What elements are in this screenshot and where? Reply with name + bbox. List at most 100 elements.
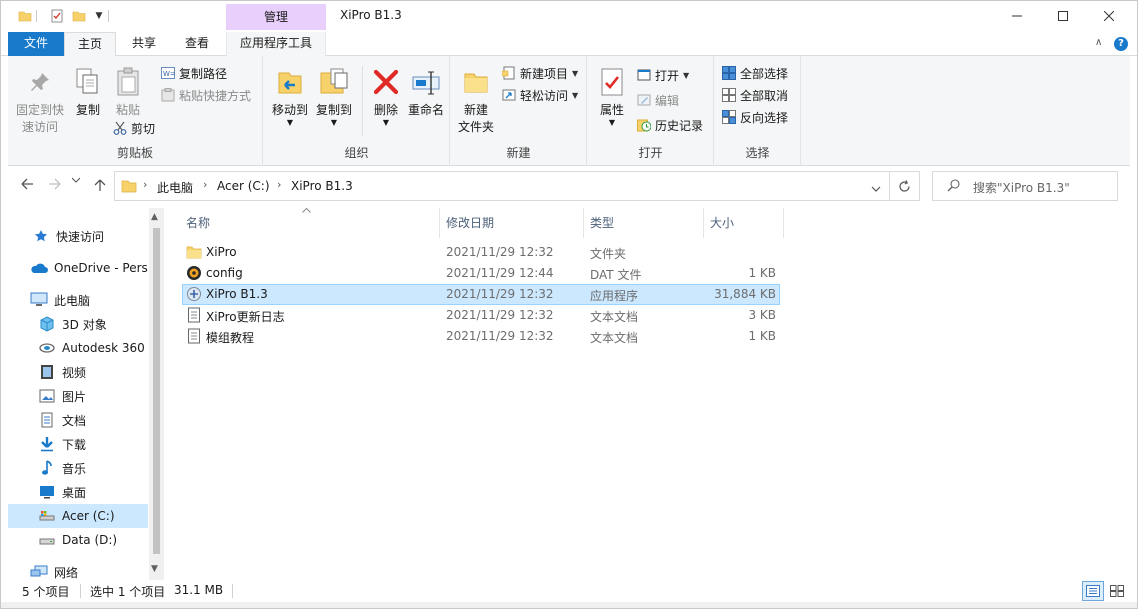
invert-selection-button[interactable]: 反向选择 xyxy=(721,107,788,127)
nav-item-3d-objects[interactable]: 3D 对象 xyxy=(8,312,148,336)
breadcrumb-this-pc[interactable]: 此电脑 xyxy=(157,179,193,196)
help-icon[interactable]: ? xyxy=(1114,37,1128,51)
nav-item-onedrive[interactable]: OneDrive - Perso xyxy=(8,256,148,280)
paste-button[interactable]: 粘贴 xyxy=(110,66,146,119)
window-bottom-edge xyxy=(0,602,1138,609)
collapse-ribbon-icon[interactable]: ∧ xyxy=(1095,37,1102,48)
folder-icon[interactable] xyxy=(16,7,34,25)
nav-item-label: Acer (C:) xyxy=(62,509,115,523)
scroll-down-arrow-icon[interactable]: ▼ xyxy=(151,564,158,574)
nav-item-desktop[interactable]: 桌面 xyxy=(8,480,148,504)
drive-icon xyxy=(38,507,56,525)
delete-button[interactable]: 删除 ▼ xyxy=(368,66,404,127)
tab-app-tools[interactable]: 应用程序工具 xyxy=(226,32,326,56)
paste-shortcut-label: 粘贴快捷方式 xyxy=(179,88,252,103)
minimize-button[interactable] xyxy=(994,0,1040,32)
column-header-modified[interactable]: 修改日期 xyxy=(440,208,584,238)
nav-item-autodesk-360[interactable]: Autodesk 360 xyxy=(8,336,148,360)
select-all-button[interactable]: 全部选择 xyxy=(721,63,788,83)
nav-item-music[interactable]: 音乐 xyxy=(8,456,148,480)
copy-button[interactable]: 复制 xyxy=(70,66,106,119)
invert-selection-label: 反向选择 xyxy=(740,110,789,125)
new-item-label: 新建项目 xyxy=(520,66,569,81)
nav-item-downloads[interactable]: 下载 xyxy=(8,432,148,456)
nav-item-videos[interactable]: 视频 xyxy=(8,360,148,384)
easy-access-button[interactable]: 轻松访问 ▼ xyxy=(501,85,578,105)
nav-item-drive-c[interactable]: Acer (C:) xyxy=(8,504,148,528)
table-row[interactable]: XiPro更新日志 2021/11/29 12:32 文本文档 3 KB xyxy=(182,305,780,326)
breadcrumb-separator-icon[interactable]: › xyxy=(277,178,281,191)
address-bar[interactable]: › 此电脑 › Acer (C:) › XiPro B1.3 xyxy=(114,171,890,201)
nav-item-documents[interactable]: 文档 xyxy=(8,408,148,432)
open-label: 打开 xyxy=(655,68,680,83)
forward-arrow-icon[interactable] xyxy=(48,178,62,194)
table-row[interactable]: XiPro 2021/11/29 12:32 文件夹 xyxy=(182,242,780,263)
paste-shortcut-button[interactable]: 粘贴快捷方式 xyxy=(160,85,251,105)
copy-path-button[interactable]: W= 复制路径 xyxy=(160,63,227,83)
computer-icon xyxy=(30,291,48,309)
window-title: XiPro B1.3 xyxy=(340,8,402,22)
tab-file[interactable]: 文件 xyxy=(8,32,64,56)
scissors-icon xyxy=(112,120,128,136)
tab-view[interactable]: 查看 xyxy=(172,32,222,56)
new-item-button[interactable]: 新建项目 ▼ xyxy=(501,63,578,83)
breadcrumb-current-folder[interactable]: XiPro B1.3 xyxy=(291,179,353,193)
properties-check-icon[interactable] xyxy=(48,7,66,25)
edit-button[interactable]: 编辑 xyxy=(636,90,679,110)
open-dropdown-icon: ▼ xyxy=(683,70,690,80)
nav-item-this-pc[interactable]: 此电脑 xyxy=(8,288,148,312)
refresh-button[interactable] xyxy=(890,171,920,201)
breadcrumb-separator-icon[interactable]: › xyxy=(203,178,207,191)
column-header-type[interactable]: 类型 xyxy=(584,208,704,238)
customize-quick-access-icon[interactable]: ▼ xyxy=(90,7,108,25)
rename-icon xyxy=(410,66,442,98)
scrollbar-thumb[interactable] xyxy=(153,228,160,554)
close-button[interactable] xyxy=(1086,0,1132,32)
nav-scrollbar[interactable]: ▲ ▼ xyxy=(149,208,164,580)
address-history-dropdown-icon[interactable] xyxy=(871,182,881,196)
nav-item-pictures[interactable]: 图片 xyxy=(8,384,148,408)
nav-item-drive-d[interactable]: Data (D:) xyxy=(8,528,148,552)
maximize-button[interactable] xyxy=(1040,0,1086,32)
status-bar: 5 个项目 选中 1 个项目 31.1 MB xyxy=(8,580,1130,602)
select-none-button[interactable]: 全部取消 xyxy=(721,85,788,105)
table-row[interactable]: 模组教程 2021/11/29 12:32 文本文档 1 KB xyxy=(182,326,780,347)
back-arrow-icon[interactable] xyxy=(20,178,34,194)
tab-share[interactable]: 共享 xyxy=(118,32,170,56)
move-to-button[interactable]: 移动到 ▼ xyxy=(268,66,312,127)
divider xyxy=(362,66,363,136)
pin-quick-access-button[interactable]: 固定到快 速访问 xyxy=(12,66,68,136)
new-folder-icon[interactable] xyxy=(70,7,88,25)
search-box[interactable]: 搜索"XiPro B1.3" xyxy=(932,171,1118,201)
nav-item-quick-access[interactable]: 快速访问 xyxy=(8,224,148,248)
large-icons-view-button[interactable] xyxy=(1106,581,1128,601)
clipboard-group-label: 剪贴板 xyxy=(116,146,153,160)
breadcrumb-separator-icon[interactable]: › xyxy=(143,178,147,191)
breadcrumb-drive-c[interactable]: Acer (C:) xyxy=(217,179,270,193)
ribbon: 固定到快 速访问 复制 粘贴 W= 复制路径 粘贴快捷方式 剪切 剪贴板 移动到… xyxy=(8,56,1130,166)
pin-label-line2: 速访问 xyxy=(21,120,58,134)
column-header-name[interactable]: 名称 xyxy=(180,208,440,238)
select-none-label: 全部取消 xyxy=(740,88,789,103)
manage-contextual-tab[interactable]: 管理 xyxy=(226,4,326,30)
select-group-label: 选择 xyxy=(745,146,770,160)
open-button[interactable]: 打开 ▼ xyxy=(636,65,689,85)
nav-item-network[interactable]: 网络 xyxy=(8,560,148,580)
copy-to-button[interactable]: 复制到 ▼ xyxy=(312,66,356,127)
table-row[interactable]: XiPro B1.3 2021/11/29 12:32 应用程序 31,884 … xyxy=(182,284,780,305)
history-button[interactable]: 历史记录 xyxy=(636,115,703,135)
rename-button[interactable]: 重命名 xyxy=(404,66,448,119)
picture-icon xyxy=(38,387,56,405)
properties-button[interactable]: 属性 ▼ xyxy=(590,66,634,127)
details-view-button[interactable] xyxy=(1082,581,1104,601)
up-arrow-icon[interactable] xyxy=(94,178,106,196)
address-row: › 此电脑 › Acer (C:) › XiPro B1.3 搜索"XiPro … xyxy=(8,166,1130,208)
table-row[interactable]: config 2021/11/29 12:44 DAT 文件 1 KB xyxy=(182,263,780,284)
move-to-dropdown-icon: ▼ xyxy=(286,118,294,127)
tab-home[interactable]: 主页 xyxy=(64,32,116,57)
cut-button[interactable]: 剪切 xyxy=(112,118,155,138)
scroll-up-arrow-icon[interactable]: ▲ xyxy=(151,212,158,222)
new-folder-button[interactable]: 新建 文件夹 xyxy=(453,66,499,136)
recent-locations-dropdown-icon[interactable] xyxy=(71,176,81,186)
column-header-size[interactable]: 大小 xyxy=(704,208,784,238)
